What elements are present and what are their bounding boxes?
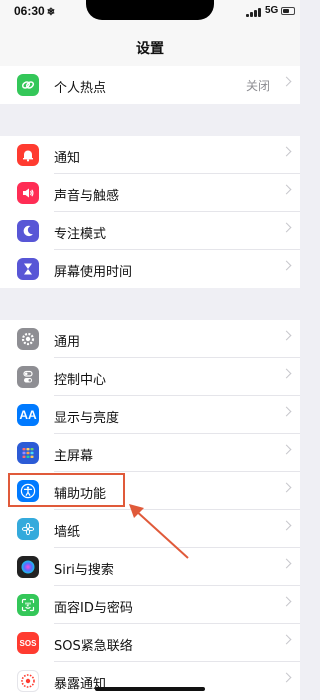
signal-icon	[246, 8, 262, 17]
chevron-right-icon	[281, 482, 292, 493]
toggles-icon	[17, 366, 39, 388]
settings-row-label: 通用	[54, 335, 81, 350]
navigation-bar: 设置	[0, 26, 300, 67]
face-id-icon	[17, 594, 39, 616]
settings-group-notifications: 通知 声音与触感 专注模式 屏幕使用时间	[0, 136, 300, 288]
status-bar: 06:30 ❄ 5G	[0, 0, 300, 26]
chevron-right-icon	[281, 444, 292, 455]
chevron-right-icon	[281, 260, 292, 271]
hourglass-icon	[17, 258, 39, 280]
settings-row-personal-hotspot[interactable]: 个人热点 关闭	[0, 66, 300, 104]
grid-icon	[17, 442, 39, 464]
annotation-arrow-icon	[129, 504, 189, 559]
settings-row-display-brightness[interactable]: AA 显示与亮度	[0, 396, 300, 434]
settings-row-label: 墙纸	[54, 525, 81, 540]
settings-row-face-id-passcode[interactable]: 面容ID与密码	[0, 586, 300, 624]
settings-row-label: 个人热点	[54, 81, 107, 96]
chevron-right-icon	[281, 406, 292, 417]
settings-row-label: 专注模式	[54, 227, 107, 242]
chevron-right-icon	[281, 76, 292, 87]
speaker-icon	[17, 182, 39, 204]
chevron-right-icon	[281, 558, 292, 569]
gear-icon	[17, 328, 39, 350]
chevron-right-icon	[281, 672, 292, 683]
settings-row-emergency-sos[interactable]: SOS SOS紧急联络	[0, 624, 300, 662]
chevron-right-icon	[281, 634, 292, 645]
settings-row-home-screen[interactable]: 主屏幕	[0, 434, 300, 472]
settings-row-label: SOS紧急联络	[54, 639, 133, 654]
chevron-right-icon	[281, 222, 292, 233]
page-title: 设置	[136, 41, 164, 57]
time-text: 06:30	[14, 4, 45, 18]
settings-row-label: 控制中心	[54, 373, 107, 388]
snowflake-icon: ❄	[46, 7, 56, 18]
siri-icon	[17, 556, 39, 578]
moon-icon	[17, 220, 39, 242]
hotspot-status-value: 关闭	[245, 79, 270, 93]
settings-row-label: 面容ID与密码	[54, 601, 133, 616]
notch	[86, 0, 214, 20]
settings-row-label: 屏幕使用时间	[54, 265, 133, 280]
chevron-right-icon	[281, 596, 292, 607]
bell-icon	[17, 144, 39, 166]
settings-row-label: Siri与搜索	[54, 563, 114, 578]
chevron-right-icon	[281, 330, 292, 341]
chevron-right-icon	[281, 146, 292, 157]
settings-row-control-center[interactable]: 控制中心	[0, 358, 300, 396]
battery-icon	[281, 7, 295, 15]
settings-group-hotspot: 个人热点 关闭	[0, 66, 300, 104]
settings-row-label: 通知	[54, 151, 81, 166]
settings-row-exposure-notifications[interactable]: 暴露通知	[0, 662, 300, 700]
flower-icon	[17, 518, 39, 540]
settings-row-label: 主屏幕	[54, 449, 94, 464]
settings-row-general[interactable]: 通用	[0, 320, 300, 358]
status-time: 06:30 ❄	[14, 4, 55, 18]
settings-row-label: 声音与触感	[54, 189, 120, 204]
settings-row-screen-time[interactable]: 屏幕使用时间	[0, 250, 300, 288]
home-indicator	[95, 687, 205, 691]
chevron-right-icon	[281, 368, 292, 379]
link-icon	[17, 74, 39, 96]
settings-row-focus[interactable]: 专注模式	[0, 212, 300, 250]
sos-glyph: SOS	[19, 638, 37, 648]
settings-row-label: 显示与亮度	[54, 411, 120, 426]
settings-row-notifications[interactable]: 通知	[0, 136, 300, 174]
text-size-icon: AA	[17, 404, 39, 426]
highlight-box	[8, 473, 125, 507]
settings-row-sounds-haptics[interactable]: 声音与触感	[0, 174, 300, 212]
chevron-right-icon	[281, 184, 292, 195]
network-label: 5G	[265, 5, 279, 16]
chevron-right-icon	[281, 520, 292, 531]
exposure-icon	[17, 670, 39, 692]
text-size-glyph: AA	[19, 408, 37, 422]
sos-icon: SOS	[17, 632, 39, 654]
